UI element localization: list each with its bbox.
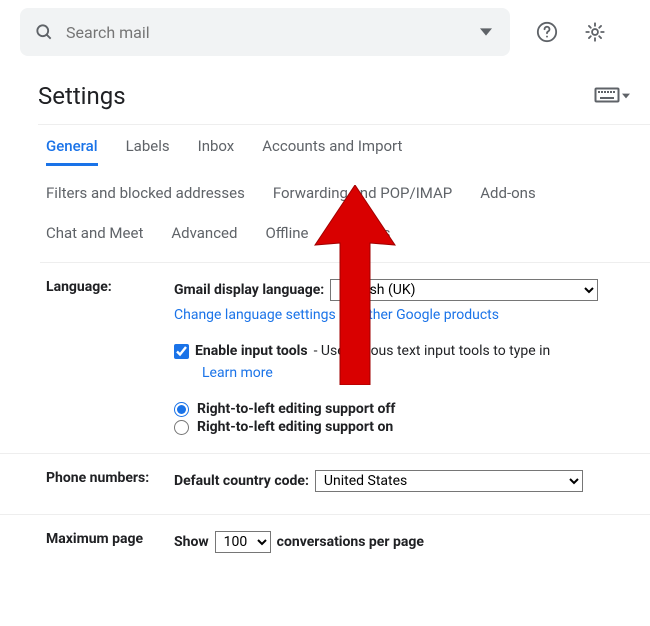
- gear-icon[interactable]: [578, 15, 612, 49]
- tab-labels[interactable]: Labels: [126, 137, 170, 166]
- input-tools-icon[interactable]: [594, 87, 630, 105]
- page-size-select[interactable]: 100: [215, 531, 271, 553]
- search-icon: [34, 22, 54, 42]
- tab-addons[interactable]: Add-ons: [480, 184, 535, 206]
- tab-forwarding[interactable]: Forwarding and POP/IMAP: [273, 184, 452, 206]
- rtl-on-radio[interactable]: [174, 420, 189, 435]
- enable-input-tools-checkbox[interactable]: [174, 344, 189, 359]
- search-options-dropdown[interactable]: [470, 26, 502, 38]
- enable-input-tools-desc: - Use various text input tools to type i…: [314, 343, 551, 359]
- tab-filters[interactable]: Filters and blocked addresses: [46, 184, 245, 206]
- conversations-label: conversations per page: [277, 534, 424, 550]
- max-page-label: Maximum page: [46, 531, 174, 559]
- rtl-on-label: Right-to-left editing support on: [197, 419, 393, 435]
- section-phone: Phone numbers: Default country code: Uni…: [0, 454, 650, 515]
- search-input[interactable]: [66, 23, 470, 42]
- tab-general[interactable]: General: [46, 137, 98, 166]
- rtl-off-radio[interactable]: [174, 402, 189, 417]
- tab-offline[interactable]: Offline: [265, 224, 308, 246]
- enable-input-tools-label: Enable input tools: [195, 343, 308, 359]
- country-code-select[interactable]: United States: [315, 470, 583, 492]
- change-language-link[interactable]: Change language settings for other Googl…: [174, 307, 499, 323]
- section-max-page: Maximum page Show 100 conversations per …: [0, 515, 650, 575]
- page-title: Settings: [38, 82, 126, 110]
- rtl-off-label: Right-to-left editing support off: [197, 401, 395, 417]
- tab-inbox[interactable]: Inbox: [198, 137, 235, 166]
- tab-advanced[interactable]: Advanced: [171, 224, 237, 246]
- tab-accounts[interactable]: Accounts and Import: [262, 137, 402, 166]
- search-box[interactable]: [20, 8, 510, 56]
- tab-themes[interactable]: Themes: [336, 224, 390, 246]
- language-label: Language:: [46, 279, 174, 437]
- display-language-select[interactable]: English (UK): [330, 279, 598, 301]
- show-label: Show: [174, 534, 209, 550]
- help-icon[interactable]: [530, 15, 564, 49]
- display-language-label: Gmail display language:: [174, 282, 324, 298]
- country-code-label: Default country code:: [174, 473, 309, 489]
- tab-chat[interactable]: Chat and Meet: [46, 224, 143, 246]
- phone-label: Phone numbers:: [46, 470, 174, 498]
- learn-more-link[interactable]: Learn more: [202, 365, 273, 381]
- section-language: Language: Gmail display language: Englis…: [0, 263, 650, 454]
